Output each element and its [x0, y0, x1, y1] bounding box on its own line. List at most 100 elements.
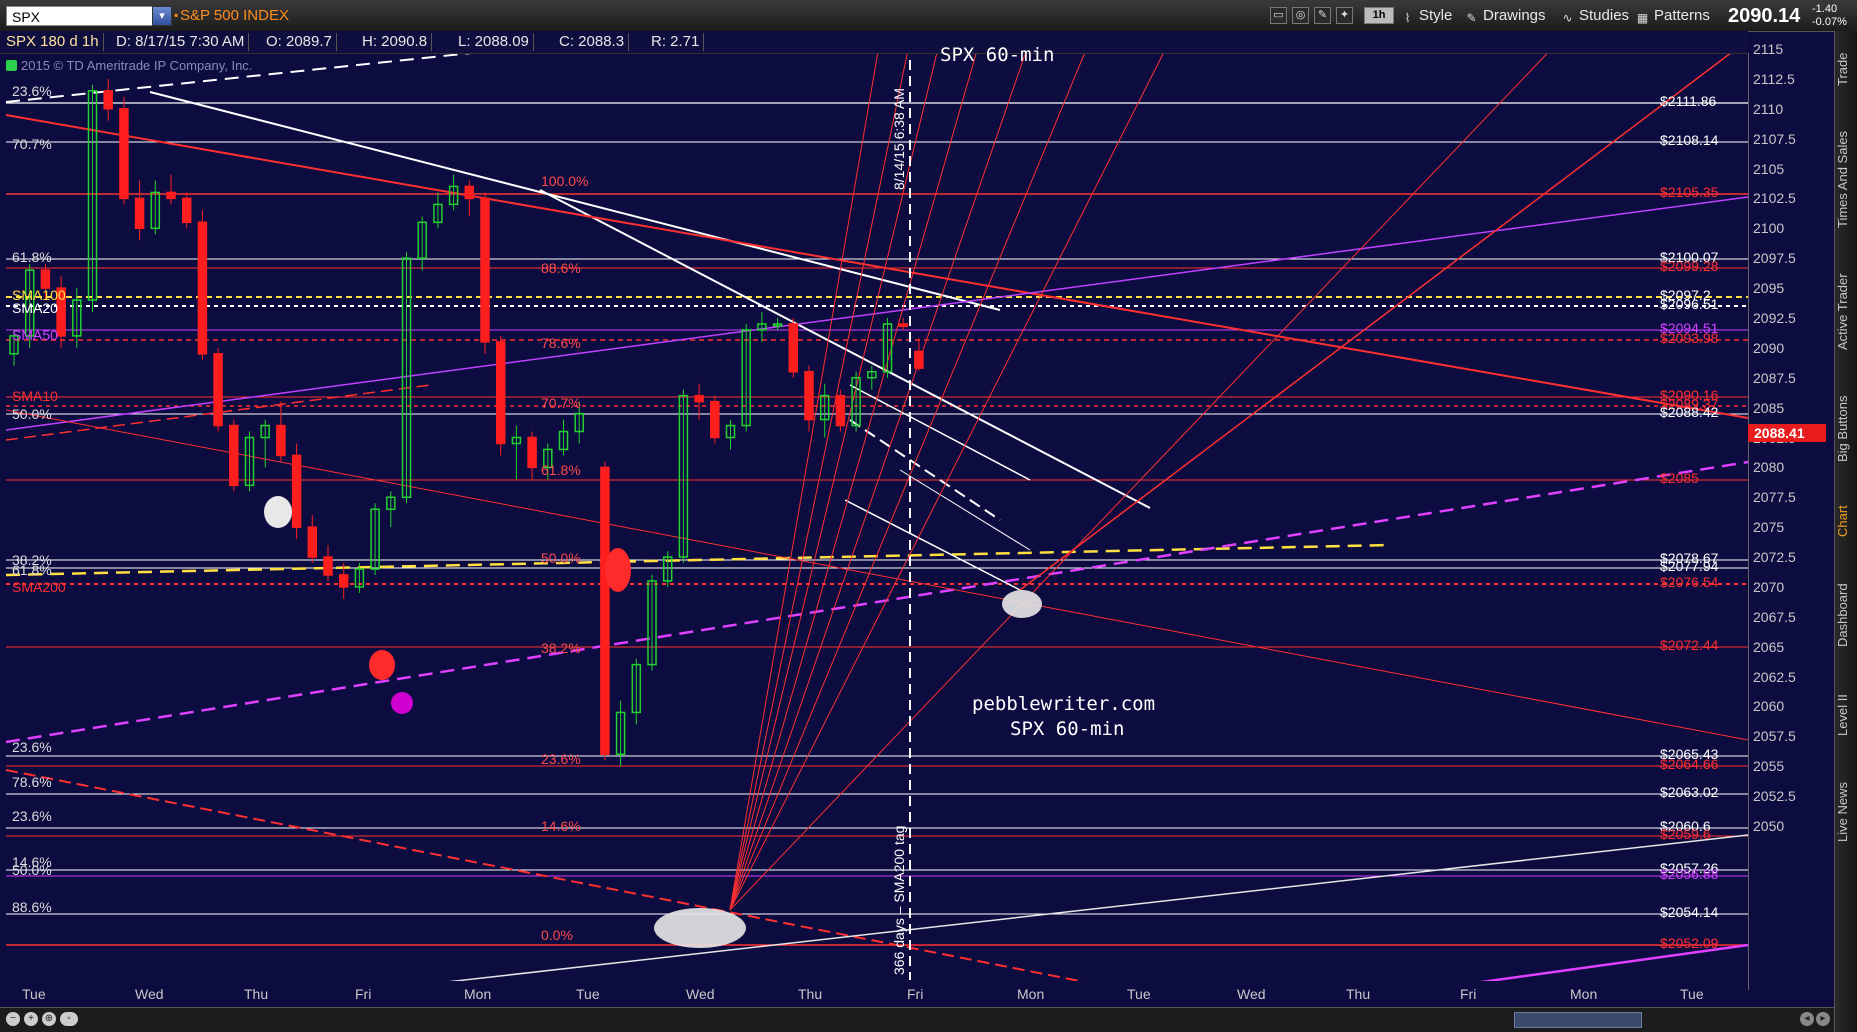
axis-tick-label: 2100: [1753, 220, 1785, 237]
time-axis-label: Tue: [1680, 986, 1704, 1002]
candle-body: [276, 424, 286, 457]
bottom-navigation-bar: − + ⊕ ◦ ◂ ▸: [0, 1007, 1834, 1032]
gann-fan-ray: [729, 39, 911, 911]
patterns-menu[interactable]: ▦ Patterns: [1635, 6, 1710, 26]
axis-tick-label: 2110: [1753, 100, 1784, 117]
trendline-red-downtrend: [5, 114, 1749, 419]
copyright: 2015 © TD Ameritrade IP Company, Inc.: [6, 58, 252, 73]
zoom-fit-icon[interactable]: ⊕: [42, 1012, 56, 1026]
tab-active-trader[interactable]: Active Trader: [1835, 257, 1857, 367]
tab-live-news[interactable]: Live News: [1835, 767, 1857, 857]
scroll-right-icon[interactable]: ▸: [1816, 1012, 1830, 1026]
fib-mid-label: 23.6%: [541, 751, 581, 767]
scroll-left-icon[interactable]: ◂: [1800, 1012, 1814, 1026]
gann-fan-ray: [729, 39, 881, 911]
candle-body: [119, 108, 129, 200]
gann-fan-ray: [729, 39, 1171, 911]
expand-icon[interactable]: ◦: [60, 1012, 78, 1026]
marker-ellipse-red: [605, 548, 631, 592]
info-low: L: 2088.09: [454, 33, 534, 51]
sma-label: SMA20: [12, 300, 58, 316]
axis-tick-label: 2055: [1753, 758, 1785, 775]
candle-body: [527, 436, 537, 469]
axis-tick-label: 2075: [1753, 519, 1785, 536]
level-price-label: $2054.14: [1660, 904, 1719, 920]
style-menu[interactable]: ⌇ Style: [1400, 6, 1453, 26]
time-axis-label: Wed: [686, 986, 715, 1002]
level-price-label: $2088.42: [1660, 404, 1719, 420]
time-axis-label: Wed: [1237, 986, 1266, 1002]
sma-label: SMA50: [12, 327, 58, 343]
trendline-white-upper: [149, 91, 1001, 311]
axis-tick-label: 2112.5: [1753, 70, 1795, 87]
drawing-tools-icon[interactable]: ✎: [1314, 7, 1331, 24]
tab-times-and-sales[interactable]: Times And Sales: [1835, 113, 1857, 245]
axis-tick-label: 2050: [1753, 818, 1785, 834]
watermark-site: pebblewriter.com: [972, 693, 1156, 715]
channel-line-3: [844, 499, 1021, 591]
level-price-label: $2072.44: [1660, 637, 1719, 653]
timeframe-button[interactable]: 1h: [1364, 7, 1394, 24]
symbol-dropdown-button[interactable]: ▾: [152, 6, 172, 26]
level-price-label: $2056.88: [1660, 866, 1719, 882]
fib-left-label: 50.0%: [12, 862, 52, 878]
axis-tick-label: 2105: [1753, 160, 1785, 177]
index-name: S&P 500 INDEX: [180, 7, 289, 24]
axis-tick-label: 2102.5: [1753, 190, 1796, 207]
tab-level-ii[interactable]: Level II: [1835, 677, 1857, 753]
axis-tick-label: 2080: [1753, 459, 1785, 476]
price-chart[interactable]: 8/14/15 6:38 AM 366 days – SMA200 tag: [0, 31, 1834, 981]
level-price-label: $2111.86: [1660, 93, 1717, 109]
fib-left-label: 50.0%: [12, 406, 52, 422]
level-price-label: $2063.02: [1660, 784, 1719, 800]
tab-chart[interactable]: Chart: [1835, 489, 1857, 553]
candle-body: [338, 574, 349, 588]
fib-left-label: 23.6%: [12, 808, 52, 824]
fib-left-label: 23.6%: [12, 739, 52, 755]
zoom-in-icon[interactable]: +: [24, 1012, 38, 1026]
tab-big-buttons[interactable]: Big Buttons: [1835, 379, 1857, 479]
trendline-purple: [5, 196, 1749, 431]
gann-fan-ray: [729, 39, 1031, 911]
style-settings-icon[interactable]: ◎: [1292, 7, 1309, 24]
candle-body: [600, 466, 610, 756]
candle-body: [480, 197, 490, 343]
candle-body: [166, 191, 176, 200]
time-axis-label: Tue: [1127, 986, 1151, 1002]
patterns-icon: ▦: [1636, 11, 1649, 25]
zoom-out-icon[interactable]: −: [6, 1012, 20, 1026]
tag-marker-ellipse: [1002, 590, 1042, 618]
symbol-input[interactable]: SPX: [6, 6, 154, 26]
level-price-label: $2052.09: [1660, 935, 1719, 951]
info-date: D: 8/17/15 7:30 AM: [112, 33, 250, 51]
wrench-icon[interactable]: ✦: [1336, 7, 1353, 24]
axis-tick-label: 2095: [1753, 280, 1785, 297]
fib-mid-label: 70.7%: [541, 395, 581, 411]
fib-left-label: 61.8%: [12, 249, 52, 265]
axis-tick-label: 2087.5: [1753, 369, 1796, 386]
fib-mid-label: 14.6%: [541, 818, 581, 834]
fib-left-label: 61.8%: [12, 562, 52, 578]
candle-body: [710, 400, 720, 439]
tab-trade[interactable]: Trade: [1835, 39, 1857, 99]
pct-change-value: -0.07%: [1812, 16, 1847, 28]
fib-mid-label: 61.8%: [541, 462, 581, 478]
top-toolbar: SPX ▾ ▪ S&P 500 INDEX ▭ ◎ ✎ ✦ 1h ⌇ Style …: [0, 0, 1857, 32]
time-axis-label: Wed: [135, 986, 164, 1002]
marker-ellipse-left: [264, 496, 292, 528]
chart-title: SPX 180 d 1h: [2, 33, 104, 51]
fib-mid-label: 78.6%: [541, 335, 581, 351]
tab-dashboard[interactable]: Dashboard: [1835, 565, 1857, 665]
level-price-label: $2076.54: [1660, 574, 1719, 590]
drawings-menu[interactable]: ✎ Drawings: [1464, 6, 1545, 26]
studies-menu[interactable]: ∿ Studies: [1560, 6, 1629, 26]
save-icon[interactable]: ▭: [1270, 7, 1287, 24]
time-axis-label: Tue: [576, 986, 600, 1002]
gann-fan-steep: [1019, 39, 1749, 591]
axis-tick-label: 2107.5: [1753, 130, 1796, 147]
axis-tick-label: 2060: [1753, 698, 1785, 715]
symbol-text: SPX: [12, 9, 41, 25]
time-scrollbar[interactable]: [1514, 1012, 1642, 1028]
marker-ellipse-magenta: [391, 692, 413, 714]
axis-tick-label: 2065: [1753, 638, 1785, 655]
